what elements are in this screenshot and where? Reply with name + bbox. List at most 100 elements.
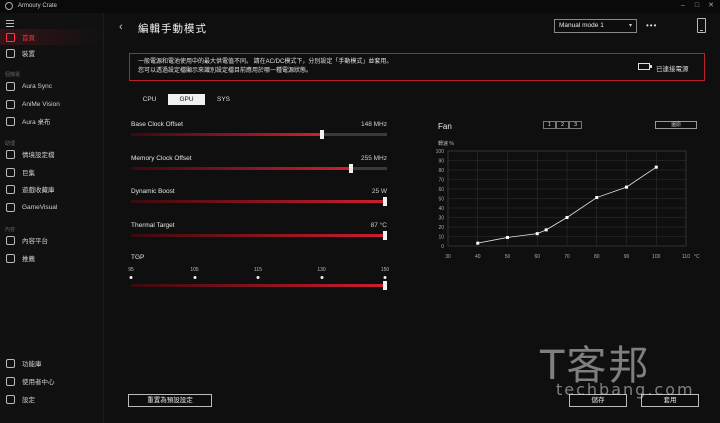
slider-label: Thermal Target	[131, 222, 175, 229]
maximize-icon[interactable]: □	[690, 1, 704, 11]
title-bar: Armoury Crate – □ ✕	[0, 0, 720, 13]
app-title: Armoury Crate	[18, 3, 58, 9]
sidebar-item-label: Aura 桌布	[22, 119, 51, 126]
y-tick-label: 100	[436, 149, 445, 155]
sidebar-item[interactable]: 推薦	[0, 250, 104, 266]
fan-curve-point[interactable]	[544, 228, 548, 232]
y-tick-label: 80	[438, 168, 444, 174]
fan-curve-point[interactable]	[654, 165, 658, 169]
fan-reset-button[interactable]: 還原	[655, 121, 697, 129]
slider-track[interactable]	[131, 164, 387, 173]
slider-label: Memory Clock Offset	[131, 155, 192, 162]
slider-thumb[interactable]	[383, 197, 387, 206]
close-icon[interactable]: ✕	[704, 1, 718, 11]
y-tick-label: 60	[438, 187, 444, 193]
slider-label: Base Clock Offset	[131, 121, 183, 128]
tgp-fill	[131, 284, 387, 287]
y-tick-label: 70	[438, 178, 444, 184]
sidebar-item[interactable]: 內容平台	[0, 232, 104, 248]
x-unit-label: °C	[694, 254, 700, 260]
tgp-tick-dot	[129, 276, 133, 279]
feature-library-icon	[6, 358, 15, 368]
tgp-tick-label: 130	[317, 267, 326, 273]
tgp-tick-label: 115	[254, 267, 262, 273]
sidebar-item[interactable]: 功能庫	[0, 355, 104, 371]
more-options-icon[interactable]: •••	[646, 21, 657, 30]
y-tick-label: 10	[438, 235, 444, 241]
tgp-thumb[interactable]	[383, 281, 387, 290]
sidebar-item[interactable]: 使用者中心	[0, 373, 104, 389]
hamburger-menu-icon[interactable]	[6, 20, 14, 27]
sidebar-item-label: 使用者中心	[22, 379, 55, 386]
rog-logo-icon	[5, 2, 13, 10]
mode-select-value: Manual mode 1	[559, 22, 604, 29]
x-tick-label: 50	[505, 254, 511, 260]
fan-curve-point[interactable]	[506, 235, 509, 239]
news-icon	[6, 253, 15, 263]
tab-sys[interactable]: SYS	[205, 94, 242, 105]
y-tick-label: 50	[438, 197, 444, 203]
fan-curve-point[interactable]	[476, 241, 480, 245]
fan-profile-3[interactable]: 3	[569, 121, 582, 129]
sidebar-item[interactable]: 設定	[0, 391, 104, 407]
slider-fill	[131, 200, 387, 203]
sidebar-item[interactable]: 情境設定檔	[0, 146, 104, 162]
fan-profile-1[interactable]: 1	[543, 121, 556, 129]
fan-curve-point[interactable]	[595, 196, 599, 200]
slider-track[interactable]	[131, 130, 387, 139]
tab-gpu[interactable]: GPU	[168, 94, 205, 105]
sidebar-section-label: 個機電	[5, 72, 21, 78]
sidebar-item-label: 推薦	[22, 256, 35, 263]
back-chevron-icon[interactable]: ‹	[119, 21, 129, 33]
slider-track[interactable]	[131, 231, 387, 240]
content-platform-icon	[6, 235, 15, 245]
tgp-label: TGP	[131, 254, 145, 261]
sidebar-item-label: 情境設定檔	[22, 152, 55, 159]
game-library-icon	[6, 184, 15, 194]
sidebar-item[interactable]: 裝置	[0, 45, 104, 61]
power-status: 已連接電源	[656, 66, 689, 73]
profile-icon	[6, 149, 15, 159]
tab-cpu[interactable]: CPU	[131, 94, 168, 105]
fan-curve-point[interactable]	[565, 216, 569, 219]
sidebar-item[interactable]: 巨集	[0, 164, 104, 180]
tgp-tick-dot	[383, 276, 387, 279]
aura-sync-icon	[6, 81, 15, 91]
sidebar-item-label: 巨集	[22, 170, 35, 177]
slider-thumb[interactable]	[383, 231, 387, 240]
warning-text: 一般電源和電池使用中的最大供電值不同。 請在AC/DC模式下，分別設定「手動模式…	[138, 58, 608, 76]
slider-thumb[interactable]	[348, 164, 353, 173]
minimize-icon[interactable]: –	[676, 1, 690, 11]
fan-curve-point[interactable]	[625, 185, 628, 189]
sidebar-item-label: AniMe Vision	[22, 100, 60, 108]
warning-line-2: 您可以透過設定檔顯示來識別設定檔目前應用於哪一種電源狀態。	[138, 68, 313, 74]
fan-curve-point[interactable]	[535, 232, 539, 236]
sidebar-section-label: 內容	[5, 227, 16, 233]
sidebar-section-label: 助理	[5, 141, 16, 147]
x-tick-label: 110	[682, 254, 690, 260]
fan-curve-chart[interactable]: 30 40 50 60 70 80 90 100 110 0 10 20 30 40 50 60 70 80 90 1…	[430, 140, 710, 270]
device-icon[interactable]	[697, 18, 706, 33]
fan-title: Fan	[438, 122, 452, 131]
slider-value: 255 MHz	[360, 155, 387, 162]
sidebar-item[interactable]: 首頁	[0, 29, 104, 45]
battery-icon	[638, 63, 652, 70]
mode-select[interactable]: Manual mode 1 ▾	[554, 19, 637, 33]
x-tick-label: 70	[564, 254, 570, 260]
sidebar-item[interactable]: Aura 桌布	[0, 113, 104, 129]
sidebar-item[interactable]: 遊戲收藏庫	[0, 181, 104, 197]
slider-track[interactable]	[131, 197, 387, 206]
reset-defaults-button[interactable]: 重置為預設設定	[128, 394, 212, 407]
tgp-track[interactable]	[131, 281, 387, 290]
sidebar-item[interactable]: AniMe Vision	[0, 96, 104, 112]
sidebar-item[interactable]: GameVisual	[0, 199, 104, 215]
fan-profile-2[interactable]: 2	[556, 121, 569, 129]
x-tick-label: 40	[475, 254, 481, 260]
y-tick-label: 40	[438, 206, 444, 212]
x-tick-label: 60	[534, 254, 540, 260]
sidebar-item[interactable]: Aura Sync	[0, 78, 104, 94]
x-tick-label: 100	[652, 254, 661, 260]
home-icon	[6, 32, 15, 42]
wallpaper-icon	[6, 116, 15, 126]
slider-thumb[interactable]	[320, 130, 325, 139]
